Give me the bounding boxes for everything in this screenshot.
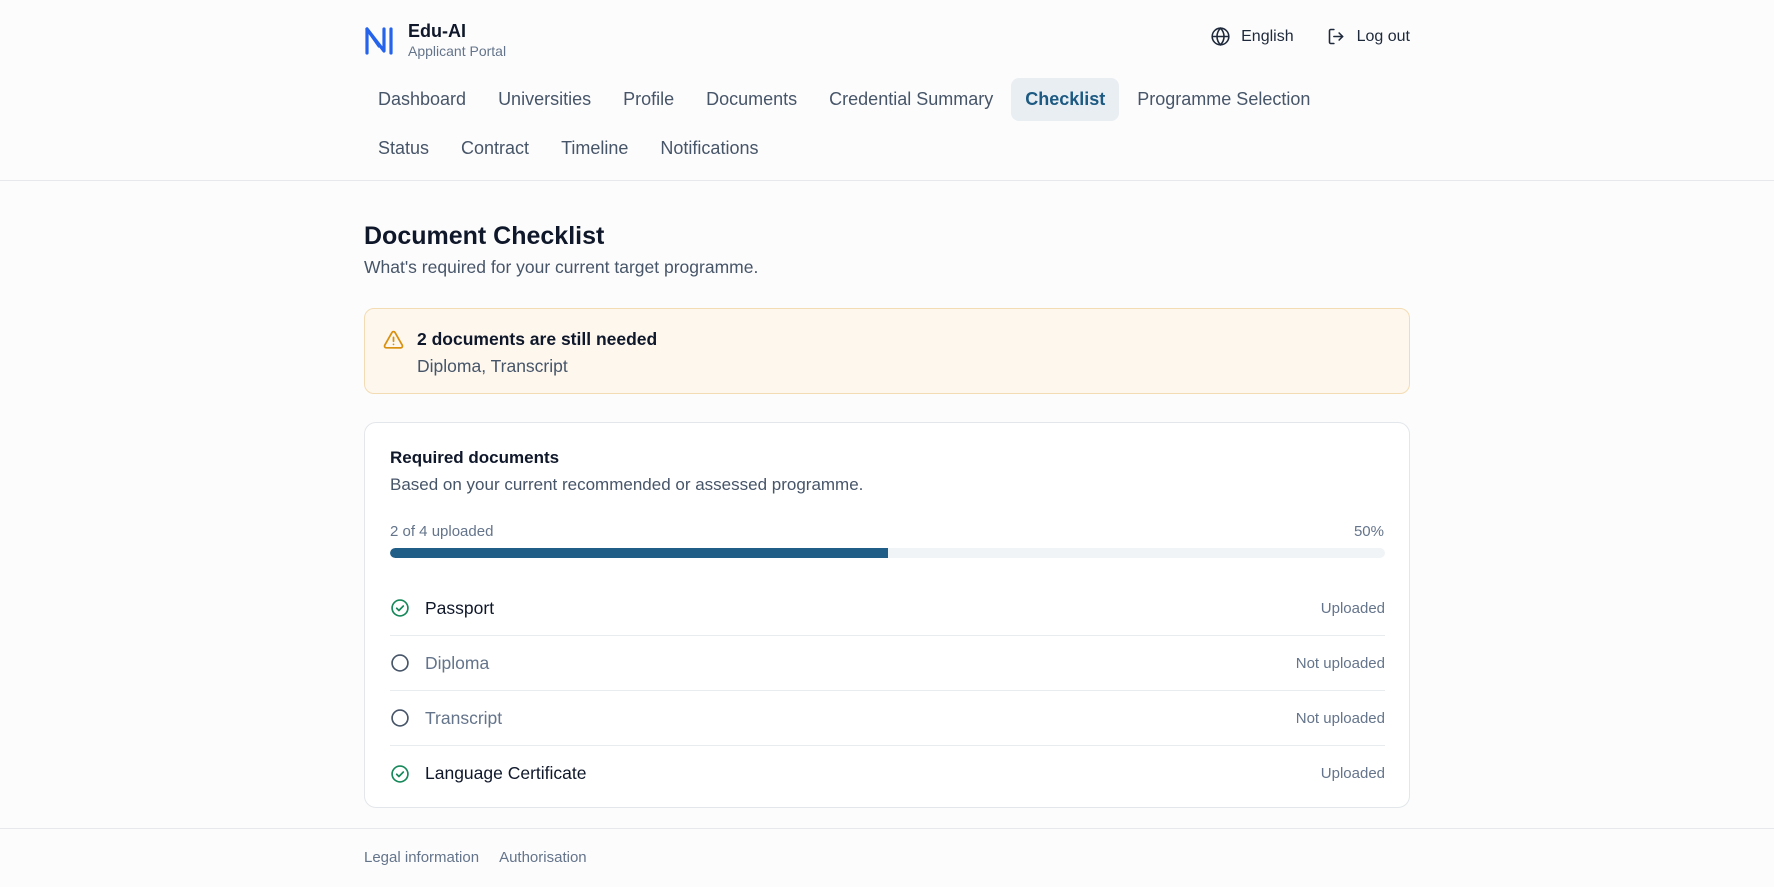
document-status: Uploaded bbox=[1320, 599, 1385, 617]
nav-item-checklist[interactable]: Checklist bbox=[1011, 78, 1120, 121]
check-circle-icon bbox=[391, 764, 409, 783]
globe-icon bbox=[1211, 27, 1230, 46]
warning-icon bbox=[383, 330, 404, 349]
n-logo-icon bbox=[365, 27, 393, 55]
card-title: Required documents bbox=[390, 448, 560, 467]
document-status: Not uploaded bbox=[1295, 709, 1385, 727]
document-row[interactable]: Language Certificate Uploaded bbox=[390, 746, 1385, 801]
alert-missing-list: Diploma, Transcript bbox=[417, 356, 568, 376]
nav-item-contract[interactable]: Contract bbox=[447, 127, 543, 170]
document-name: Language Certificate bbox=[425, 763, 587, 783]
document-status: Not uploaded bbox=[1295, 654, 1385, 672]
alert-title: 2 documents are still needed bbox=[417, 329, 658, 349]
logout-label: Log out bbox=[1356, 27, 1410, 45]
nav-item-programme-selection[interactable]: Programme Selection bbox=[1123, 78, 1324, 121]
logout-icon bbox=[1328, 28, 1344, 45]
progress-bar bbox=[390, 548, 1385, 558]
progress-label: 2 of 4 uploaded bbox=[390, 523, 494, 540]
empty-circle-icon bbox=[391, 709, 409, 727]
check-circle-icon bbox=[391, 599, 409, 617]
language-label: English bbox=[1241, 27, 1294, 45]
footer-link-legal[interactable]: Legal information bbox=[364, 849, 479, 866]
required-documents-card: Required documents Based on your current… bbox=[364, 422, 1410, 808]
empty-circle-icon bbox=[391, 654, 409, 672]
nav-item-profile[interactable]: Profile bbox=[609, 78, 688, 121]
missing-documents-alert: 2 documents are still needed Diploma, Tr… bbox=[364, 308, 1410, 394]
nav-item-documents[interactable]: Documents bbox=[692, 78, 811, 121]
brand-subtitle: Applicant Portal bbox=[408, 43, 507, 59]
brand-name: Edu-AI bbox=[408, 21, 466, 41]
document-name: Transcript bbox=[425, 707, 503, 728]
document-row-left: Diploma bbox=[390, 653, 489, 674]
nav-item-universities[interactable]: Universities bbox=[484, 78, 605, 121]
nav-item-dashboard[interactable]: Dashboard bbox=[364, 78, 480, 121]
footer-divider bbox=[0, 828, 1774, 829]
nav-item-status[interactable]: Status bbox=[364, 127, 443, 170]
brand-text: Edu-AI Applicant Portal bbox=[408, 20, 506, 60]
logout-button[interactable]: Log out bbox=[1326, 26, 1410, 47]
nav-row-2: Status Contract Timeline Notifications bbox=[364, 127, 1364, 171]
document-name: Passport bbox=[425, 597, 495, 618]
nav-row-1: Dashboard Universities Profile Documents… bbox=[364, 78, 1364, 122]
document-row-left: Transcript bbox=[390, 708, 502, 729]
document-list: Passport Uploaded Diploma Not uploaded Trans… bbox=[390, 581, 1385, 801]
document-status: Uploaded bbox=[1320, 765, 1385, 782]
progress-fill bbox=[390, 548, 888, 558]
document-row-left: Passport bbox=[390, 598, 494, 619]
header-actions: English Log out bbox=[1210, 26, 1410, 47]
document-row[interactable]: Diploma Not uploaded bbox=[390, 636, 1385, 691]
page-subtitle: What's required for your current target … bbox=[364, 257, 759, 277]
page-title: Document Checklist bbox=[364, 222, 605, 250]
footer: Legal information Authorisation bbox=[364, 849, 587, 866]
progress-percent: 50% bbox=[1353, 523, 1384, 540]
brand[interactable]: Edu-AI Applicant Portal bbox=[364, 20, 506, 60]
document-name: Diploma bbox=[425, 652, 490, 673]
nav-item-notifications[interactable]: Notifications bbox=[646, 127, 772, 170]
nav-item-timeline[interactable]: Timeline bbox=[547, 127, 642, 170]
language-button[interactable]: English bbox=[1210, 26, 1294, 47]
main-nav: Dashboard Universities Profile Documents… bbox=[364, 78, 1364, 176]
nav-item-credential-summary[interactable]: Credential Summary bbox=[815, 78, 1007, 121]
document-row[interactable]: Transcript Not uploaded bbox=[390, 691, 1385, 746]
document-row[interactable]: Passport Uploaded bbox=[390, 581, 1385, 636]
document-row-left: Language Certificate bbox=[390, 763, 587, 784]
footer-link-authorisation[interactable]: Authorisation bbox=[499, 849, 587, 866]
card-subtitle: Based on your current recommended or ass… bbox=[390, 475, 864, 494]
